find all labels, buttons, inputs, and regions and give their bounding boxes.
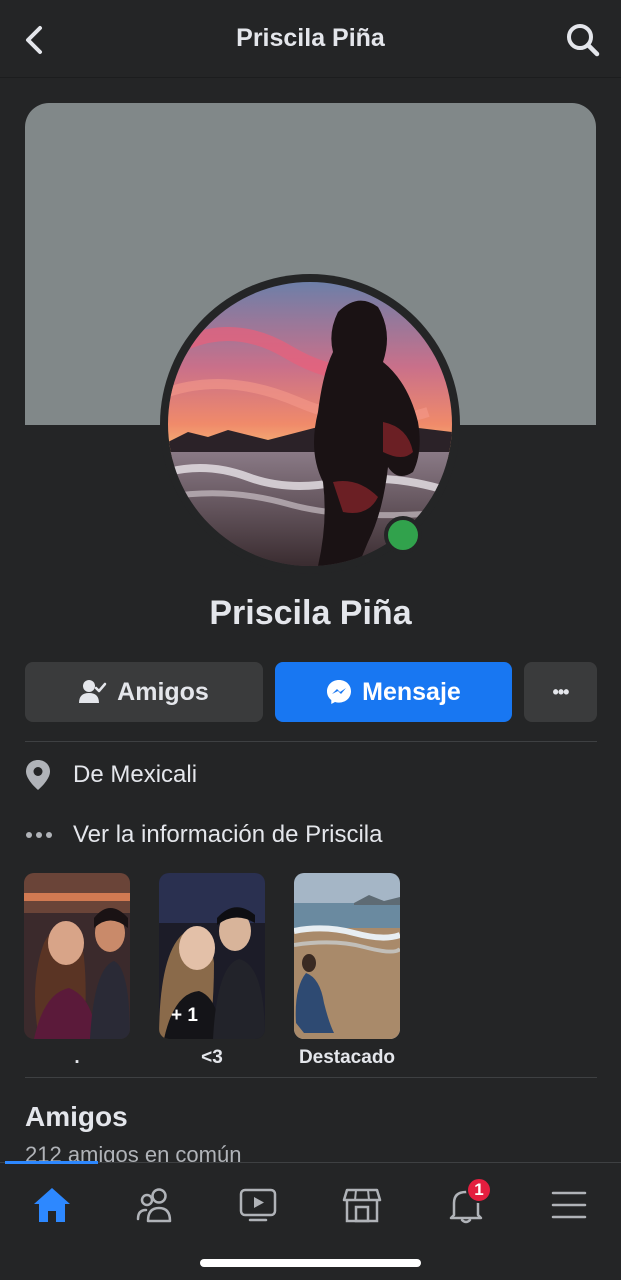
highlight-label: <3: [201, 1047, 223, 1068]
active-tab-indicator: [5, 1161, 98, 1164]
highlight-label: .: [74, 1047, 80, 1068]
marketplace-icon: [342, 1188, 382, 1223]
tab-home[interactable]: [22, 1183, 82, 1227]
profile-name: Priscila Piña: [209, 594, 412, 632]
user-check-icon: [79, 680, 107, 703]
highlight-count: + 1: [171, 1005, 198, 1026]
highlight-thumbnail: + 1: [159, 873, 265, 1039]
tab-menu[interactable]: [539, 1183, 599, 1227]
message-button-label: Mensaje: [362, 677, 461, 706]
video-play-icon: [239, 1188, 277, 1222]
friends-section-title: Amigos: [25, 1101, 128, 1132]
notification-badge: 1: [466, 1177, 492, 1203]
highlight-item[interactable]: Destacado: [294, 873, 400, 1071]
online-status-indicator: [384, 516, 422, 554]
tab-watch[interactable]: [228, 1183, 288, 1227]
friends-icon: [136, 1188, 172, 1223]
divider: [25, 741, 597, 742]
friends-button-label: Amigos: [117, 677, 209, 706]
highlight-thumbnail: [294, 873, 400, 1039]
see-info-text: Ver la información de Priscila: [73, 821, 383, 848]
home-icon: [34, 1188, 70, 1222]
tab-marketplace[interactable]: [332, 1183, 392, 1227]
top-bar: Priscila Piña: [0, 0, 621, 78]
page-title: Priscila Piña: [236, 24, 385, 52]
location-pin-icon: [26, 760, 50, 790]
message-button[interactable]: Mensaje: [275, 662, 512, 722]
tab-notifications[interactable]: 1: [436, 1177, 496, 1227]
highlight-item[interactable]: + 1 <3: [159, 873, 265, 1071]
highlight-item[interactable]: .: [24, 873, 130, 1071]
highlight-label: Destacado: [298, 1047, 396, 1068]
search-button[interactable]: [563, 20, 603, 60]
home-indicator-bar[interactable]: [200, 1259, 421, 1267]
hamburger-menu-icon: [551, 1191, 587, 1219]
highlight-thumbnail: [24, 873, 130, 1039]
friends-button[interactable]: Amigos: [25, 662, 263, 722]
more-horizontal-icon: [26, 832, 52, 838]
divider: [25, 1077, 597, 1078]
search-icon: [567, 24, 600, 57]
location-row: De Mexicali: [25, 755, 197, 795]
tab-friends[interactable]: [125, 1183, 185, 1227]
see-info-row[interactable]: Ver la información de Priscila: [25, 815, 382, 855]
more-dots-icon: •••: [552, 681, 570, 702]
more-options-button[interactable]: •••: [524, 662, 597, 722]
location-text: De Mexicali: [73, 761, 198, 788]
messenger-icon: [327, 680, 352, 704]
